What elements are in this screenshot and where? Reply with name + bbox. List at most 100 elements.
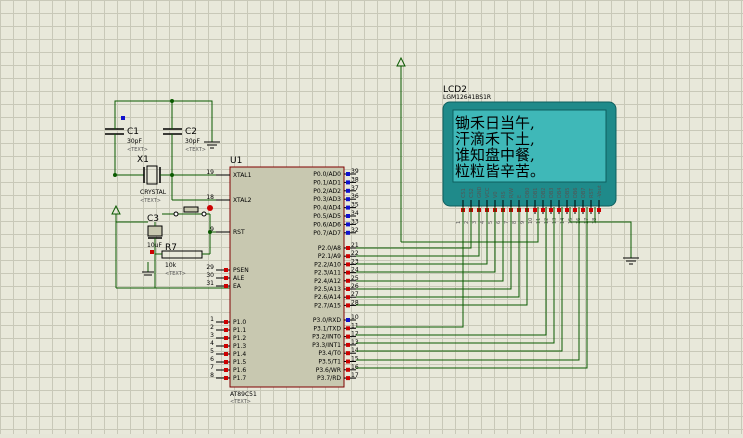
lcd-pin-name: DB3 [549,188,555,198]
lcd-pin-number: 2 [464,221,470,224]
mcu-pin-number: 31 [206,280,214,287]
mcu-pin-number: 15 [351,356,359,363]
u1-ref: U1 [230,156,242,166]
mcu-pin-number: 30 [206,272,214,279]
schematic-canvas[interactable]: C1 30pF <TEXT> C2 30pF <TEXT> X1 CRYSTAL… [0,0,743,434]
mcu-pin-number: 32 [351,227,359,234]
c1-value: 30pF [127,138,142,145]
bus-wires [356,207,632,369]
capacitor-c1[interactable] [105,116,125,175]
mcu-pin-number: 37 [351,185,359,192]
mcu-pin-name: P2.3/A11 [314,270,341,277]
mcu-pin-name: P2.7/A15 [314,302,341,309]
lcd-pin-number: 1 [456,221,462,224]
lcd-pin-number: 3 [472,221,478,224]
mcu-pin-number: 4 [210,340,214,347]
power-terminal-left[interactable] [111,204,121,222]
mcu-pin-number: 39 [351,168,359,175]
lcd-pin-name: CS1 [461,188,467,198]
power-terminal-top[interactable] [396,56,406,242]
x1-value: CRYSTAL [140,189,167,196]
mcu-pin-number: 29 [206,264,214,271]
r7-tag: <TEXT> [165,271,186,277]
mcu-pin-name: P3.2/INT0 [312,334,341,341]
u1-part: AT89C51 [230,391,257,398]
lcd-pin-number: 14 [560,218,566,224]
mcu-pin-number: 18 [206,194,214,201]
r7-value: 10k [165,262,177,269]
c3-value: 10uF [147,242,162,249]
mcu-pin-number: 34 [351,210,359,217]
lcd-pin-name: DB0 [525,188,531,198]
lcd-pin-name: DB4 [557,188,563,198]
mcu-pin-name: P2.5/A13 [314,286,341,293]
mcu-pin-number: 12 [351,331,359,338]
capacitor-c2[interactable] [163,118,182,200]
ground-symbol-2 [142,262,154,276]
mcu-pin-name: XTAL2 [233,197,252,204]
mcu-pin-name: P3.0/RXD [313,317,341,324]
lcd-pin-name: -Vout [597,185,603,198]
mcu-pin-number: 10 [351,314,359,321]
mcu-pin-name: P2.4/A12 [314,278,341,285]
mcu-pin-name: P3.4/T0 [318,350,341,357]
mcu-pin-name: P3.6/WR [316,367,341,374]
lcd-pin-name: DB2 [541,188,547,198]
mcu-pin-name: ALE [233,275,244,282]
mcu-pin-number: 35 [351,202,359,209]
lcd-pin-number: 11 [536,218,542,224]
mcu-pin-number: 13 [351,339,359,346]
mcu-pin-name: P2.2/A10 [314,261,341,268]
mcu-pin-name: PSEN [233,267,249,274]
mcu-right-pins: 39 P0.0/AD0 38 P0.1/AD1 37 P0.2/AD2 36 P0.3/AD3… [312,168,359,382]
c2-tag: <TEXT> [185,147,206,153]
c2-ref: C2 [185,127,197,137]
mcu-pin-name: P0.4/AD4 [313,205,341,212]
lcd-pin-name: GND [477,186,483,198]
mcu-pin-name: P0.5/AD5 [313,213,341,220]
lcd-pin-name: DB6 [573,188,579,198]
mcu-pin-number: 38 [351,176,359,183]
u1-tag: <TEXT> [230,399,251,405]
lcd-pin-number: 9 [520,221,526,224]
lcd-pin-number: 7 [504,221,510,224]
lcd-pin-number: 15 [568,218,574,224]
mcu-pin-name: P3.7/RD [317,375,341,382]
mcu-pin-name: P1.5 [233,359,246,366]
lcd-pin-name: CS2 [469,188,475,198]
mcu-pin-name: P0.3/AD3 [313,196,341,203]
c1-tag: <TEXT> [127,147,148,153]
mcu-pin-name: P2.1/A9 [318,253,341,260]
mcu-pin-name: P1.3 [233,343,246,350]
mcu-pin-number: 36 [351,193,359,200]
mcu-pin-name: P3.5/T1 [318,359,341,366]
mcu-pin-name: P0.2/AD2 [313,188,341,195]
mcu-pin-number: 33 [351,218,359,225]
mcu-pin-name: P2.6/A14 [314,294,341,301]
lcd-pin-name: E [517,195,523,198]
mcu-pin-number: 9 [210,226,214,233]
mcu-pin-name: P2.0/A8 [318,245,341,252]
lcd-pin-name: V0 [493,191,499,198]
lcd-pin-name: DB1 [533,188,539,198]
reset-pushbutton[interactable] [162,205,213,232]
lcd-pin-name: R/W [509,188,515,198]
mcu-pin-name: XTAL1 [233,172,252,179]
mcu-pin-name: P3.3/INT1 [312,342,341,349]
mcu-pin-number: 2 [210,324,214,331]
schematic-svg[interactable]: C1 30pF <TEXT> C2 30pF <TEXT> X1 CRYSTAL… [0,0,743,434]
r7-ref: R7 [165,243,177,253]
mcu-pin-name: P1.4 [233,351,246,358]
mcu-pin-number: 17 [351,372,359,379]
mcu-pin-number: 1 [210,316,214,323]
lcd-part: LGM12641BS1R [443,94,491,101]
mcu-pin-name: P1.1 [233,327,246,334]
lcd-pin-number: 8 [512,221,518,224]
crystal-circuit: C1 30pF <TEXT> C2 30pF <TEXT> X1 CRYSTAL… [105,99,230,204]
lcd-pin-number: 12 [544,218,550,224]
mcu-pin-number: 19 [206,169,214,176]
mcu-pin-name: P1.0 [233,319,246,326]
mcu-pin-number: 7 [210,364,214,371]
mcu-pin-number: 24 [351,267,359,274]
mcu-pin-name: P1.7 [233,375,246,382]
